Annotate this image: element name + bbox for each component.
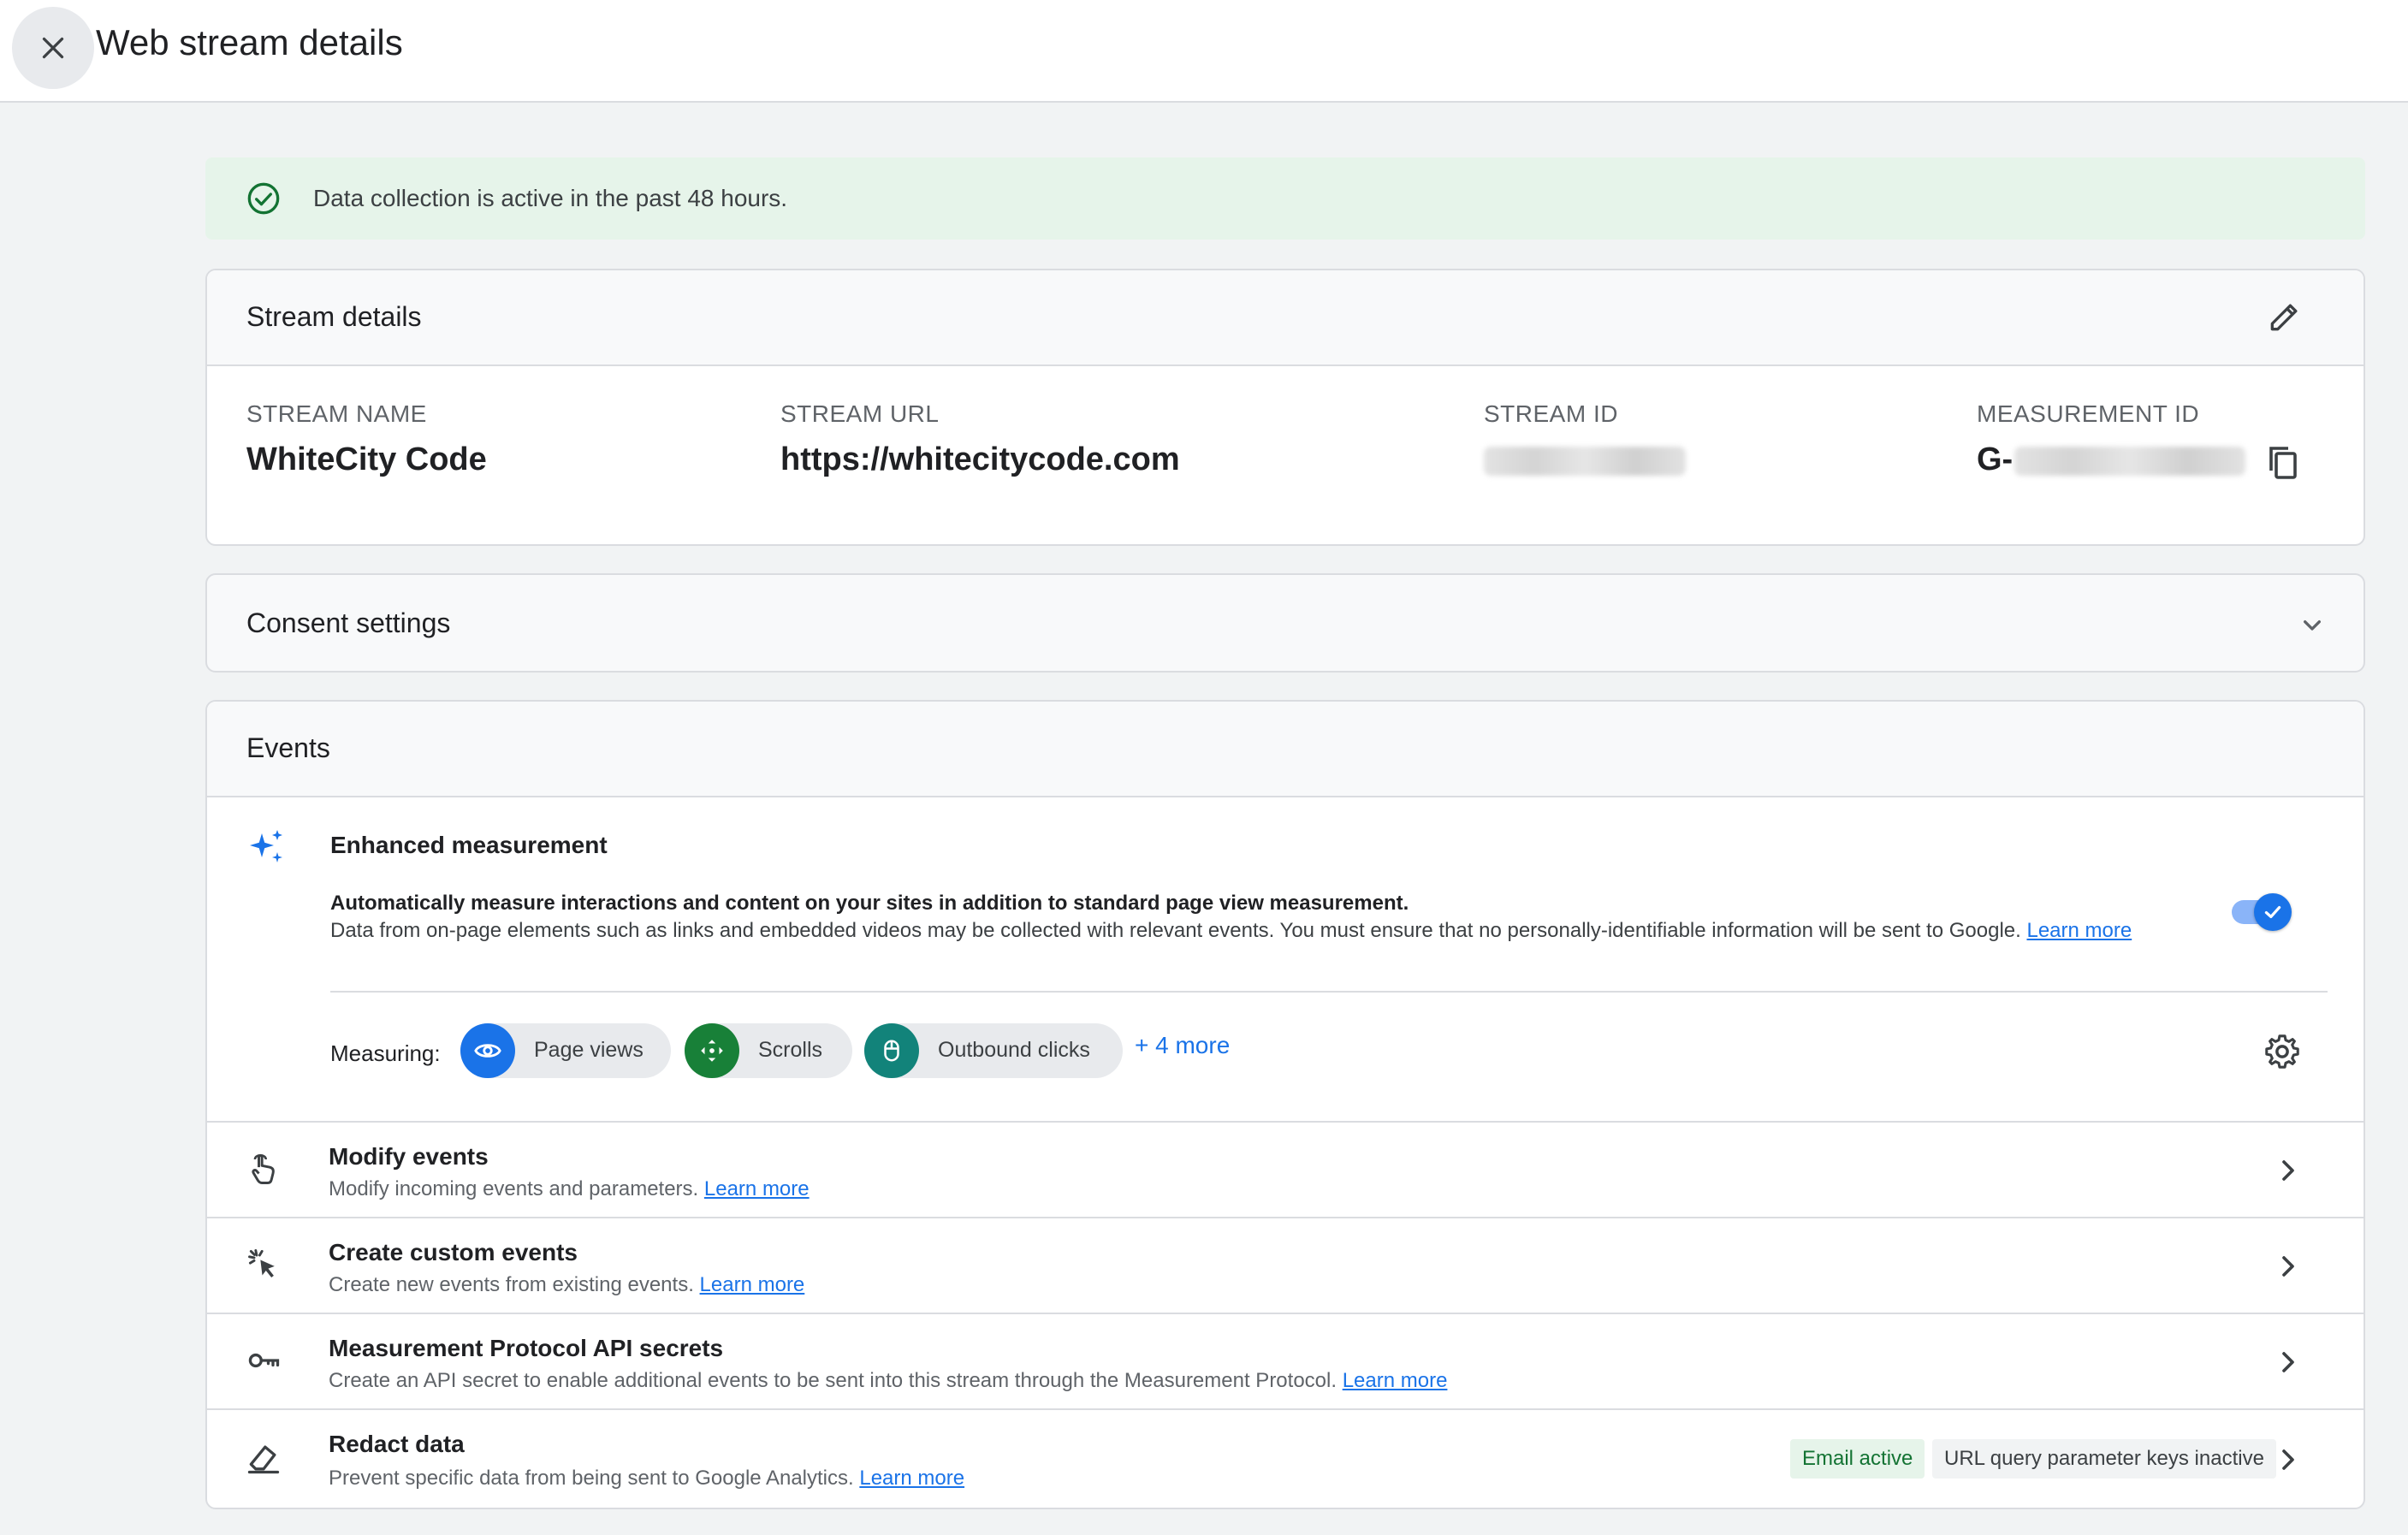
chip-scrolls[interactable]: Scrolls: [685, 1023, 852, 1078]
enhanced-measurement-title: Enhanced measurement: [330, 832, 608, 858]
close-button[interactable]: [12, 7, 94, 89]
stream-id-redacted: [1484, 447, 1686, 476]
stream-id-label: STREAM ID: [1484, 400, 1618, 427]
mouse-icon: [884, 1040, 899, 1062]
enhanced-measurement-line1: Automatically measure interactions and c…: [330, 892, 1409, 915]
sparkle-icon: [250, 830, 282, 862]
enhanced-divider: [330, 991, 2328, 993]
chevron-right-icon[interactable]: [2271, 1443, 2305, 1477]
create-custom-events-learn-more-link[interactable]: Learn more: [700, 1273, 805, 1296]
redact-data-learn-more-link[interactable]: Learn more: [859, 1467, 964, 1490]
stream-url-value: https://whitecitycode.com: [780, 442, 1180, 477]
eraser-icon: [247, 1445, 280, 1474]
chevron-down-icon[interactable]: [2295, 607, 2329, 642]
top-bar: Web stream details: [0, 0, 2408, 103]
gear-icon[interactable]: [2263, 1032, 2302, 1071]
stream-details-header: Stream details: [207, 270, 2364, 366]
chip-scrolls-label: Scrolls: [758, 1038, 823, 1062]
measurement-id-redacted: [2014, 447, 2245, 476]
copy-icon[interactable]: [2263, 442, 2304, 483]
stream-details-title: Stream details: [246, 301, 422, 332]
consent-settings-title: Consent settings: [246, 607, 451, 638]
email-active-badge: Email active: [1790, 1439, 1925, 1479]
row-redact-data[interactable]: Redact data Prevent specific data from b…: [205, 1408, 2365, 1508]
measurement-protocol-desc-text: Create an API secret to enable additiona…: [329, 1369, 1337, 1392]
modify-events-title: Modify events: [329, 1143, 489, 1170]
touch-icon: [252, 1153, 275, 1184]
chip-outbound-clicks[interactable]: Outbound clicks: [864, 1023, 1123, 1078]
modify-events-desc-text: Modify incoming events and parameters.: [329, 1177, 699, 1200]
redact-data-title: Redact data: [329, 1431, 465, 1457]
redact-data-desc-text: Prevent specific data from being sent to…: [329, 1467, 854, 1490]
row-create-custom-events[interactable]: Create custom events Create new events f…: [205, 1217, 2365, 1313]
measurement-protocol-learn-more-link[interactable]: Learn more: [1343, 1369, 1448, 1392]
stream-details-card: Stream details STREAM NAME WhiteCity Cod…: [205, 269, 2365, 546]
cursor-click-icon: [248, 1249, 275, 1278]
row-modify-events[interactable]: Modify events Modify incoming events and…: [205, 1121, 2365, 1217]
stream-name-value: WhiteCity Code: [246, 442, 487, 477]
eye-icon: [474, 1044, 501, 1058]
modify-events-desc: Modify incoming events and parameters. L…: [329, 1177, 810, 1201]
create-custom-events-desc-text: Create new events from existing events.: [329, 1273, 694, 1296]
page-title: Web stream details: [96, 22, 403, 62]
check-circle-icon: [247, 182, 280, 215]
chevron-right-icon[interactable]: [2271, 1249, 2305, 1283]
status-text: Data collection is active in the past 48…: [313, 185, 788, 211]
create-custom-events-title: Create custom events: [329, 1239, 578, 1265]
stream-url-label: STREAM URL: [780, 400, 940, 427]
measurement-protocol-desc: Create an API secret to enable additiona…: [329, 1369, 1447, 1393]
modify-events-learn-more-link[interactable]: Learn more: [704, 1177, 810, 1200]
measuring-label: Measuring:: [330, 1040, 441, 1066]
scroll-icon: [701, 1040, 723, 1062]
consent-settings-card[interactable]: Consent settings: [205, 573, 2365, 673]
chevron-right-icon[interactable]: [2271, 1345, 2305, 1379]
status-banner: Data collection is active in the past 48…: [205, 157, 2365, 240]
close-icon: [42, 37, 64, 59]
enhanced-measurement-toggle[interactable]: [2228, 886, 2293, 938]
chevron-right-icon[interactable]: [2271, 1153, 2305, 1188]
enhanced-learn-more-link[interactable]: Learn more: [2026, 919, 2132, 942]
chip-page-views[interactable]: Page views: [460, 1023, 671, 1078]
edit-icon[interactable]: [2266, 298, 2304, 335]
key-icon: [248, 1353, 280, 1368]
url-query-inactive-badge: URL query parameter keys inactive: [1932, 1439, 2276, 1479]
row-measurement-protocol[interactable]: Measurement Protocol API secrets Create …: [205, 1313, 2365, 1408]
measurement-id-label: MEASUREMENT ID: [1977, 400, 2200, 427]
stream-name-label: STREAM NAME: [246, 400, 427, 427]
enhanced-measurement-desc: Data from on-page elements such as links…: [330, 919, 2021, 942]
events-title: Events: [246, 732, 330, 763]
chip-outbound-clicks-label: Outbound clicks: [938, 1038, 1090, 1062]
measurement-id-prefix: G-: [1977, 442, 2014, 477]
more-measurements-link[interactable]: + 4 more: [1135, 1032, 1230, 1059]
toggle-check-icon: [2264, 905, 2281, 919]
events-header: Events: [207, 702, 2364, 797]
enhanced-measurement-line2: Data from on-page elements such as links…: [330, 917, 2364, 944]
redact-data-desc: Prevent specific data from being sent to…: [329, 1467, 964, 1491]
chip-page-views-label: Page views: [534, 1038, 644, 1062]
measurement-protocol-title: Measurement Protocol API secrets: [329, 1335, 724, 1361]
create-custom-events-desc: Create new events from existing events. …: [329, 1273, 804, 1297]
